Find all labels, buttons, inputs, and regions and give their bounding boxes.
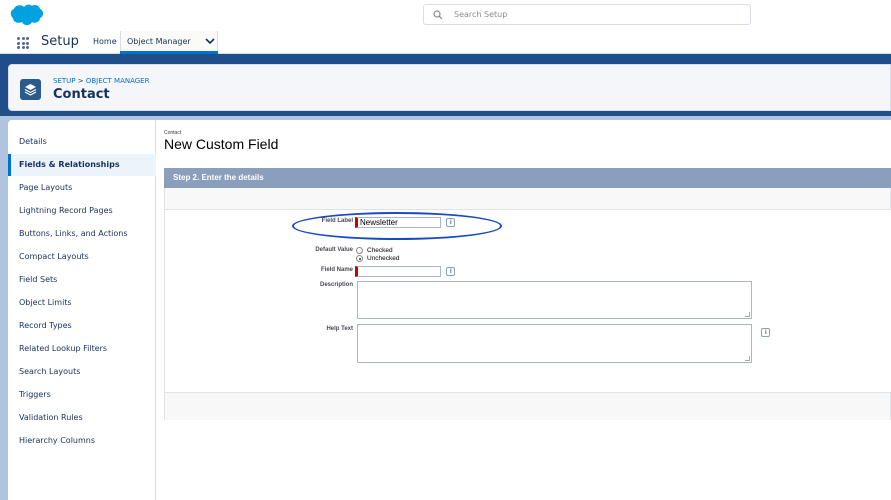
sidebar-item-triggers[interactable]: Triggers — [8, 384, 156, 406]
search-icon — [433, 10, 443, 20]
field-name-input[interactable] — [355, 266, 441, 277]
sidebar-item-field-sets[interactable]: Field Sets — [8, 269, 156, 291]
app-launcher-icon[interactable] — [17, 37, 29, 49]
nav-item-object-manager[interactable]: Object Manager — [120, 31, 218, 54]
description-label: Description — [319, 282, 353, 288]
chevron-down-icon[interactable] — [205, 38, 215, 45]
highlight-annotation — [292, 212, 502, 240]
sidebar-item-details[interactable]: Details — [8, 131, 156, 153]
step-title: Step 2. Enter the details — [173, 173, 264, 182]
nav-item-object-manager-label: Object Manager — [127, 37, 191, 46]
sidebar-item-fields-relationships[interactable]: Fields & Relationships — [8, 154, 156, 176]
sidebar-item-hierarchy-columns[interactable]: Hierarchy Columns — [8, 430, 156, 452]
sidebar: Details Fields & Relationships Page Layo… — [8, 120, 156, 500]
sidebar-item-lightning-record-pages[interactable]: Lightning Record Pages — [8, 200, 156, 222]
page-title: Contact — [53, 87, 110, 102]
default-value-label: Default Value — [315, 247, 353, 253]
breadcrumb: SETUP > OBJECT MANAGER — [53, 77, 149, 85]
content-area: Contact New Custom Field Step 2. Enter t… — [164, 120, 891, 500]
description-textarea[interactable] — [357, 281, 752, 319]
object-icon — [20, 79, 41, 100]
nav-bar: Setup Home Object Manager — [0, 31, 891, 54]
help-text-info-icon[interactable]: i — [761, 328, 770, 337]
form-body: Field Label Newsletter i Default Value C… — [165, 209, 891, 393]
layers-icon — [24, 84, 37, 96]
global-header: Search Setup — [0, 0, 891, 31]
unchecked-radio-label: Unchecked — [367, 255, 400, 262]
breadcrumb-setup[interactable]: SETUP — [53, 77, 76, 85]
breadcrumb-object-manager[interactable]: OBJECT MANAGER — [86, 77, 150, 85]
step-header: Step 2. Enter the details — [164, 168, 891, 188]
field-name-info-icon[interactable]: i — [446, 267, 455, 276]
help-text-label: Help Text — [326, 326, 353, 332]
unchecked-radio[interactable] — [356, 255, 363, 262]
sidebar-item-compact-layouts[interactable]: Compact Layouts — [8, 246, 156, 268]
form-section: Field Label Newsletter i Default Value C… — [164, 188, 891, 420]
resize-grip-icon[interactable] — [745, 312, 750, 317]
content-title: New Custom Field — [164, 136, 279, 152]
search-placeholder: Search Setup — [454, 10, 508, 19]
sidebar-item-buttons-links-actions[interactable]: Buttons, Links, and Actions — [8, 223, 156, 245]
sidebar-item-object-limits[interactable]: Object Limits — [8, 292, 156, 314]
sidebar-item-search-layouts[interactable]: Search Layouts — [8, 361, 156, 383]
resize-grip-icon[interactable] — [745, 356, 750, 361]
sidebar-item-validation-rules[interactable]: Validation Rules — [8, 407, 156, 429]
app-name: Setup — [41, 34, 79, 49]
field-name-label: Field Name — [320, 267, 353, 273]
nav-item-home[interactable]: Home — [93, 37, 117, 46]
breadcrumb-separator: > — [77, 77, 84, 85]
main-panel: Details Fields & Relationships Page Layo… — [8, 120, 891, 500]
checked-radio[interactable] — [356, 247, 363, 254]
sidebar-item-related-lookup-filters[interactable]: Related Lookup Filters — [8, 338, 156, 360]
salesforce-logo[interactable] — [10, 4, 44, 27]
checked-radio-label: Checked — [367, 247, 393, 254]
help-text-textarea[interactable] — [357, 324, 752, 363]
sidebar-item-page-layouts[interactable]: Page Layouts — [8, 177, 156, 199]
search-input[interactable]: Search Setup — [423, 4, 751, 25]
page-header: SETUP > OBJECT MANAGER Contact — [8, 64, 891, 111]
sidebar-item-record-types[interactable]: Record Types — [8, 315, 156, 337]
